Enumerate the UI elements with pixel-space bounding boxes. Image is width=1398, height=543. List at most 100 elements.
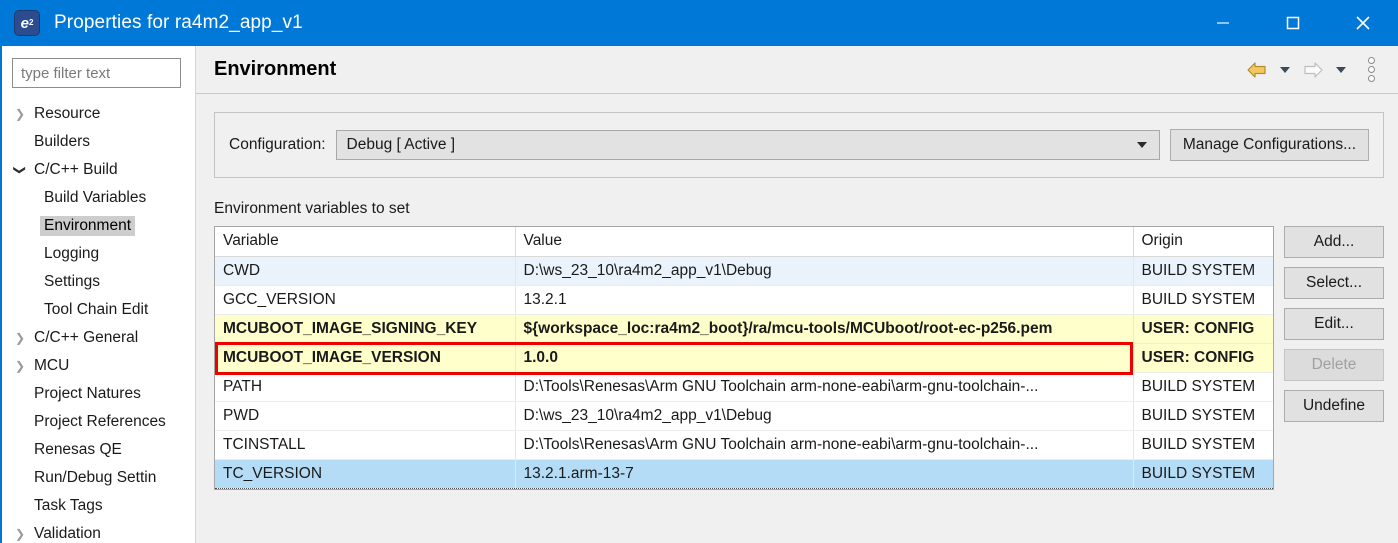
column-header-origin[interactable]: Origin xyxy=(1133,227,1273,257)
sidebar-item-label: Renesas QE xyxy=(34,441,122,458)
eclipse-icon: e2 xyxy=(14,10,40,36)
cell-origin: BUILD SYSTEM xyxy=(1133,372,1273,402)
edit-button[interactable]: Edit... xyxy=(1284,308,1384,340)
cell-value: ${workspace_loc:ra4m2_boot}/ra/mcu-tools… xyxy=(515,314,1134,344)
sidebar-item-project-natures[interactable]: Project Natures xyxy=(0,380,195,408)
manage-configurations-button[interactable]: Manage Configurations... xyxy=(1169,129,1369,161)
cell-origin: USER: CONFIG xyxy=(1133,314,1273,344)
cell-origin: BUILD SYSTEM xyxy=(1133,401,1273,431)
table-row[interactable]: PWD D:\ws_23_10\ra4m2_app_v1\Debug BUILD S… xyxy=(215,401,1273,431)
back-arrow-icon[interactable] xyxy=(1242,55,1272,85)
configuration-dropdown[interactable]: Debug [ Active ] xyxy=(335,130,1160,160)
select-button[interactable]: Select... xyxy=(1284,267,1384,299)
cell-variable: TCINSTALL xyxy=(215,430,516,460)
sidebar-item-renesas-qe[interactable]: Renesas QE xyxy=(0,436,195,464)
table-row[interactable]: CWD D:\ws_23_10\ra4m2_app_v1\Debug BUILD S… xyxy=(215,256,1273,286)
chevron-down-icon[interactable]: ❯ xyxy=(13,160,27,180)
content-inner: Configuration: Debug [ Active ] Manage C… xyxy=(196,94,1398,543)
cell-origin: BUILD SYSTEM xyxy=(1133,458,1273,489)
chevron-right-icon[interactable]: ❯ xyxy=(10,107,30,121)
sidebar-item-tool-chain-edit[interactable]: Tool Chain Edit xyxy=(0,296,195,324)
cell-origin: BUILD SYSTEM xyxy=(1133,256,1273,286)
table-row[interactable]: GCC_VERSION 13.2.1 BUILD SYSTEM xyxy=(215,285,1273,315)
chevron-right-icon[interactable]: ❯ xyxy=(10,331,30,345)
table-row[interactable]: TCINSTALL D:\Tools\Renesas\Arm GNU Toolch… xyxy=(215,430,1273,460)
table-row[interactable]: PATH D:\Tools\Renesas\Arm GNU Toolchain a… xyxy=(215,372,1273,402)
table-row[interactable]: TC_VERSION 13.2.1.arm-13-7 BUILD SYSTEM xyxy=(215,458,1273,489)
minimize-button[interactable] xyxy=(1188,0,1258,46)
column-header-value[interactable]: Value xyxy=(515,227,1134,257)
sidebar-item-label: MCU xyxy=(34,357,70,374)
table-action-buttons: Add... Select... Edit... Delete Undefine xyxy=(1284,200,1384,490)
sidebar-item-label: Environment xyxy=(40,216,136,236)
sidebar-item-label: Tool Chain Edit xyxy=(44,301,149,318)
sidebar-item-label: Logging xyxy=(44,245,100,262)
cell-variable: GCC_VERSION xyxy=(215,285,516,315)
filter-input[interactable] xyxy=(21,64,172,82)
sidebar-item-c-c-general[interactable]: ❯ C/C++ General xyxy=(0,324,195,352)
content-header: Environment xyxy=(196,46,1398,94)
cell-variable: TC_VERSION xyxy=(215,458,516,489)
environment-table-section: Environment variables to set Variable Va… xyxy=(214,200,1384,490)
forward-history-caret-icon[interactable] xyxy=(1330,55,1352,85)
environment-table-column: Environment variables to set Variable Va… xyxy=(214,200,1274,490)
table-caption: Environment variables to set xyxy=(214,200,410,217)
cell-variable: CWD xyxy=(215,256,516,286)
title-bar: e2 Properties for ra4m2_app_v1 xyxy=(0,0,1398,46)
column-header-variable[interactable]: Variable xyxy=(215,227,516,257)
sidebar-item-task-tags[interactable]: Task Tags xyxy=(0,492,195,520)
vertical-dots-icon[interactable] xyxy=(1358,55,1384,85)
sidebar-item-label: C/C++ Build xyxy=(34,161,118,178)
window-title: Properties for ra4m2_app_v1 xyxy=(54,12,303,33)
undefine-button[interactable]: Undefine xyxy=(1284,390,1384,422)
sidebar-item-label: C/C++ General xyxy=(34,329,139,346)
forward-arrow-icon xyxy=(1298,55,1328,85)
filter-box[interactable] xyxy=(12,58,181,88)
cell-value: 1.0.0 xyxy=(515,343,1134,373)
table-header-row: Variable Value Origin xyxy=(215,227,1273,257)
sidebar-item-mcu[interactable]: ❯ MCU xyxy=(0,352,195,380)
cell-variable: PWD xyxy=(215,401,516,431)
sidebar-item-run-debug-settin[interactable]: Run/Debug Settin xyxy=(0,464,195,492)
add-button[interactable]: Add... xyxy=(1284,226,1384,258)
maximize-button[interactable] xyxy=(1258,0,1328,46)
sidebar-item-label: Project Natures xyxy=(34,385,141,402)
cell-value: D:\ws_23_10\ra4m2_app_v1\Debug xyxy=(515,256,1134,286)
cell-variable: PATH xyxy=(215,372,516,402)
cell-value: D:\Tools\Renesas\Arm GNU Toolchain arm-n… xyxy=(515,430,1134,460)
sidebar-item-label: Run/Debug Settin xyxy=(34,469,157,486)
nav-icons xyxy=(1242,55,1384,85)
window-controls xyxy=(1188,0,1398,46)
sidebar-item-project-references[interactable]: Project References xyxy=(0,408,195,436)
cell-variable: MCUBOOT_IMAGE_VERSION xyxy=(215,343,516,373)
sidebar-item-c-c-build[interactable]: ❯ C/C++ Build xyxy=(0,156,195,184)
sidebar-item-settings[interactable]: Settings xyxy=(0,268,195,296)
table-row[interactable]: MCUBOOT_IMAGE_SIGNING_KEY ${workspace_loc… xyxy=(215,314,1273,344)
sidebar-item-build-variables[interactable]: Build Variables xyxy=(0,184,195,212)
sidebar-item-validation[interactable]: ❯ Validation xyxy=(0,520,195,543)
environment-table: Variable Value Origin CWD D:\ws_23_10\ra4… xyxy=(215,227,1273,489)
sidebar-item-label: Settings xyxy=(44,273,101,290)
sidebar-item-resource[interactable]: ❯ Resource xyxy=(0,100,195,128)
dialog-body: ❯ Resource Builders ❯ C/C++ Build Build Varia… xyxy=(0,46,1398,543)
back-history-caret-icon[interactable] xyxy=(1274,55,1296,85)
cell-origin: USER: CONFIG xyxy=(1133,343,1273,373)
environment-table-wrap: Variable Value Origin CWD D:\ws_23_10\ra4… xyxy=(214,226,1274,490)
table-row[interactable]: MCUBOOT_IMAGE_VERSION 1.0.0 USER: CONFIG xyxy=(215,343,1273,373)
chevron-right-icon[interactable]: ❯ xyxy=(10,527,30,541)
sidebar-item-builders[interactable]: Builders xyxy=(0,128,195,156)
sidebar-item-logging[interactable]: Logging xyxy=(0,240,195,268)
sidebar-item-label: Validation xyxy=(34,525,101,542)
sidebar-item-environment[interactable]: Environment xyxy=(0,212,195,240)
content-panel: Environment Configuration: Debug [Activ… xyxy=(196,46,1398,543)
cell-origin: BUILD SYSTEM xyxy=(1133,430,1273,460)
cell-value: D:\ws_23_10\ra4m2_app_v1\Debug xyxy=(515,401,1134,431)
settings-tree-panel: ❯ Resource Builders ❯ C/C++ Build Build Varia… xyxy=(0,46,196,543)
close-button[interactable] xyxy=(1328,0,1398,46)
chevron-right-icon[interactable]: ❯ xyxy=(10,359,30,373)
sidebar-item-label: Resource xyxy=(34,105,101,122)
cell-value: 13.2.1.arm-13-7 xyxy=(515,458,1134,489)
configuration-group: Configuration: Debug [ Active ] Manage C… xyxy=(214,112,1384,178)
chevron-down-icon xyxy=(1136,142,1147,148)
delete-button: Delete xyxy=(1284,349,1384,381)
